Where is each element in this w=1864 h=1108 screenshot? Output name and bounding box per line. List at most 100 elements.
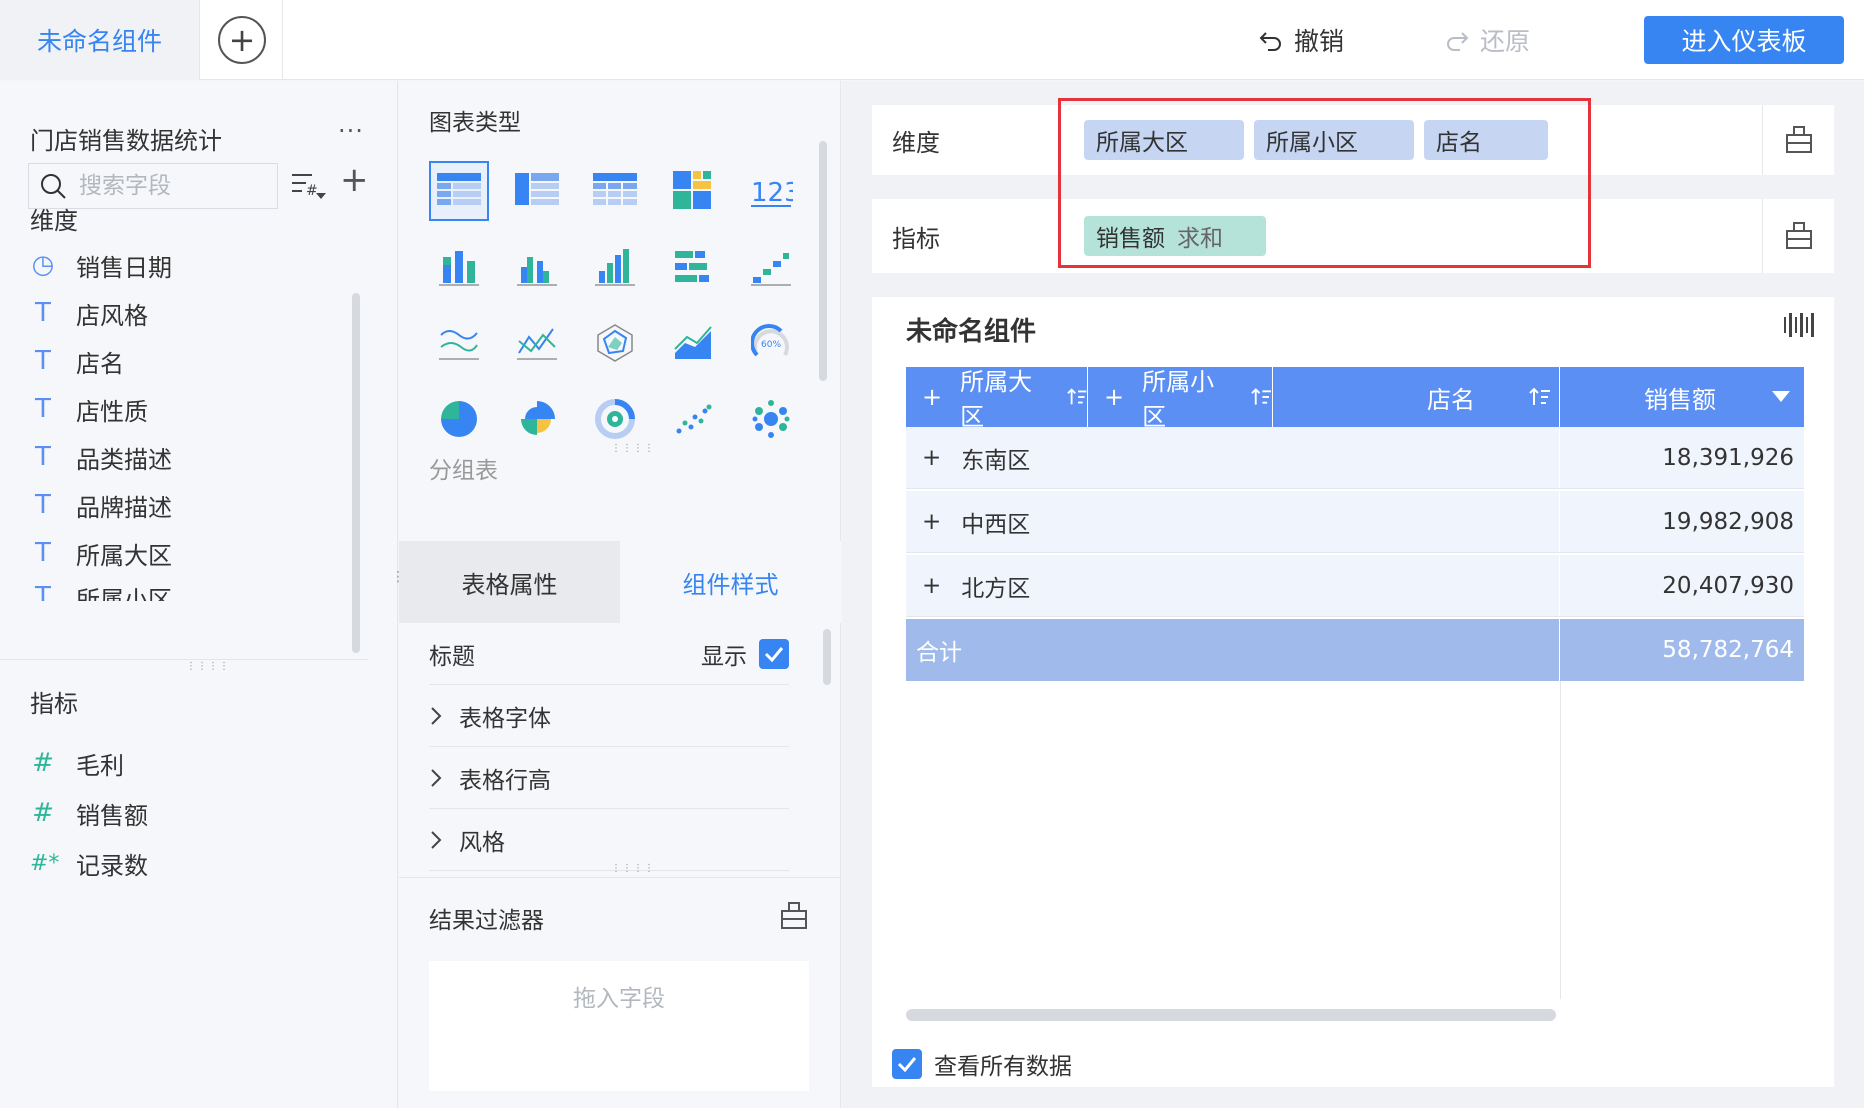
measure-brush-button[interactable] (1762, 199, 1834, 273)
dimension-field[interactable]: T 所属小区 (30, 581, 172, 601)
sort-icon[interactable] (1066, 387, 1087, 407)
dimension-field[interactable]: T 店风格 (30, 295, 148, 331)
row-value: 20,407,930 (1560, 555, 1804, 616)
column-header[interactable]: + 所属大区 (906, 367, 1088, 431)
resize-handle[interactable]: ⋮⋮⋮⋮ (186, 661, 230, 672)
column-header[interactable]: 店名 (1273, 367, 1560, 427)
dropdown-icon[interactable] (1772, 391, 1790, 403)
view-all-label: 查看所有数据 (934, 1054, 1072, 1080)
dimension-field[interactable]: T 品类描述 (30, 439, 172, 475)
sort-icon[interactable] (1251, 387, 1272, 407)
title-row: 标题 显示 (429, 623, 789, 685)
top-bar: 未命名组件 + 撤销 还原 进入仪表板 (0, 0, 1864, 80)
expand-icon[interactable]: + (922, 573, 941, 599)
more-icon[interactable]: ··· (338, 117, 364, 145)
column-header-label: 店名 (1427, 385, 1475, 414)
multi-pie-chart-icon[interactable] (585, 389, 645, 449)
treemap-chart-icon[interactable] (663, 161, 723, 221)
view-all-data-toggle[interactable]: 查看所有数据 (892, 1047, 1072, 1081)
horizontal-scrollbar[interactable] (906, 1009, 1556, 1021)
horizontal-bar-chart-icon[interactable] (663, 237, 723, 297)
measure-field[interactable]: #* 记录数 (30, 845, 148, 881)
field-label: 毛利 (76, 751, 124, 780)
resize-handle[interactable]: ⋮⋮⋮⋮ (611, 443, 655, 454)
undo-label: 撤销 (1294, 27, 1345, 56)
sort-fields-icon[interactable]: # (290, 171, 330, 201)
svg-text:123: 123 (751, 178, 793, 208)
sort-icon[interactable] (1529, 387, 1551, 407)
scatter-chart-icon[interactable] (663, 389, 723, 449)
table-row: + 北方区 20,407,930 (906, 555, 1804, 617)
number-type-icon: # (32, 798, 54, 828)
expand-icon[interactable]: + (922, 445, 941, 471)
dimension-field[interactable]: T 所属大区 (30, 535, 172, 571)
detail-table-chart-icon[interactable] (585, 161, 645, 221)
barcode-icon[interactable] (1784, 313, 1814, 337)
rose-chart-icon[interactable] (507, 389, 567, 449)
measure-field[interactable]: # 销售额 (30, 795, 148, 831)
table-row-height-row[interactable]: 表格行高 (429, 747, 789, 809)
undo-icon (1259, 32, 1281, 51)
grouped-table-chart-icon[interactable] (429, 161, 489, 221)
row-value: 18,391,926 (1560, 427, 1804, 488)
pie-chart-icon[interactable] (429, 389, 489, 449)
expand-icon[interactable]: + (922, 383, 942, 411)
style-row[interactable]: 风格 (429, 809, 789, 871)
property-scrollbar[interactable] (823, 629, 831, 685)
svg-text:#: # (306, 183, 318, 199)
tab-untitled-widget[interactable]: 未命名组件 (0, 0, 200, 80)
measure-field[interactable]: # 毛利 (30, 745, 124, 781)
bubble-chart-icon[interactable] (741, 389, 801, 449)
column-header[interactable]: 销售额 (1560, 367, 1804, 427)
brush-icon[interactable] (779, 901, 809, 931)
table-font-row[interactable]: 表格字体 (429, 685, 789, 747)
dimension-field[interactable]: T 店名 (30, 343, 124, 379)
view-all-checkbox[interactable] (892, 1049, 922, 1079)
brush-icon (1785, 126, 1812, 153)
stacked-bar-chart-icon[interactable] (429, 237, 489, 297)
dimension-field[interactable]: T 品牌描述 (30, 487, 172, 523)
widget-title: 未命名组件 (906, 317, 1037, 347)
dimension-scrollbar[interactable] (352, 293, 360, 653)
chart-type-scrollbar[interactable] (819, 141, 827, 381)
measure-row-label: 指标 (892, 224, 940, 253)
column-header[interactable]: + 所属小区 (1088, 367, 1273, 431)
field-panel: 门店销售数据统计 ··· # + 维度 ◷销售日期 T店风格 T店名 T店性质 … (0, 81, 398, 1108)
expand-icon[interactable]: + (1104, 383, 1124, 411)
tab-component-style[interactable]: 组件样式 (620, 541, 841, 623)
column-chart-icon[interactable] (585, 237, 645, 297)
polyline-chart-icon[interactable] (507, 313, 567, 373)
area-chart-icon[interactable] (663, 313, 723, 373)
show-title-toggle[interactable]: 显示 (701, 637, 789, 671)
cross-table-chart-icon[interactable] (507, 161, 567, 221)
dimension-brush-button[interactable] (1762, 105, 1834, 175)
row-value: 19,982,908 (1560, 491, 1804, 552)
enter-dashboard-button[interactable]: 进入仪表板 (1644, 16, 1844, 64)
gauge-chart-icon[interactable]: 60% (741, 313, 801, 373)
field-label: 品类描述 (76, 445, 172, 474)
undo-button[interactable]: 撤销 (1258, 20, 1344, 60)
tab-table-properties[interactable]: 表格属性 (399, 541, 620, 623)
panel-resize-handle[interactable]: ⋮ (391, 569, 406, 585)
line-chart-icon[interactable] (429, 313, 489, 373)
result-filter-label: 结果过滤器 (429, 908, 544, 934)
resize-handle[interactable]: ⋮⋮⋮⋮ (611, 863, 655, 874)
add-field-icon[interactable]: + (340, 163, 369, 197)
tab-label: 未命名组件 (36, 27, 162, 56)
dimension-field[interactable]: ◷ 销售日期 (30, 247, 172, 283)
expand-icon[interactable]: + (922, 509, 941, 535)
radar-chart-icon[interactable] (585, 313, 645, 373)
search-icon (41, 174, 66, 199)
grouped-bar-chart-icon[interactable] (507, 237, 567, 297)
dimension-field[interactable]: T 店性质 (30, 391, 148, 427)
add-tab-button[interactable]: + (218, 16, 266, 64)
widget-card: 未命名组件 + 所属大区 + 所属小区 店名 销售额 + 东南区 18,391,… (872, 297, 1834, 1087)
show-title-checkbox[interactable] (759, 638, 789, 669)
prop-label: 表格行高 (459, 767, 551, 794)
search-input[interactable] (79, 173, 259, 199)
filter-drop-zone[interactable]: 拖入字段 (429, 961, 809, 1091)
prop-label: 表格字体 (459, 705, 551, 732)
step-chart-icon[interactable] (741, 237, 801, 297)
redo-button[interactable]: 还原 (1444, 20, 1530, 60)
kpi-number-chart-icon[interactable]: 123 (741, 161, 801, 221)
